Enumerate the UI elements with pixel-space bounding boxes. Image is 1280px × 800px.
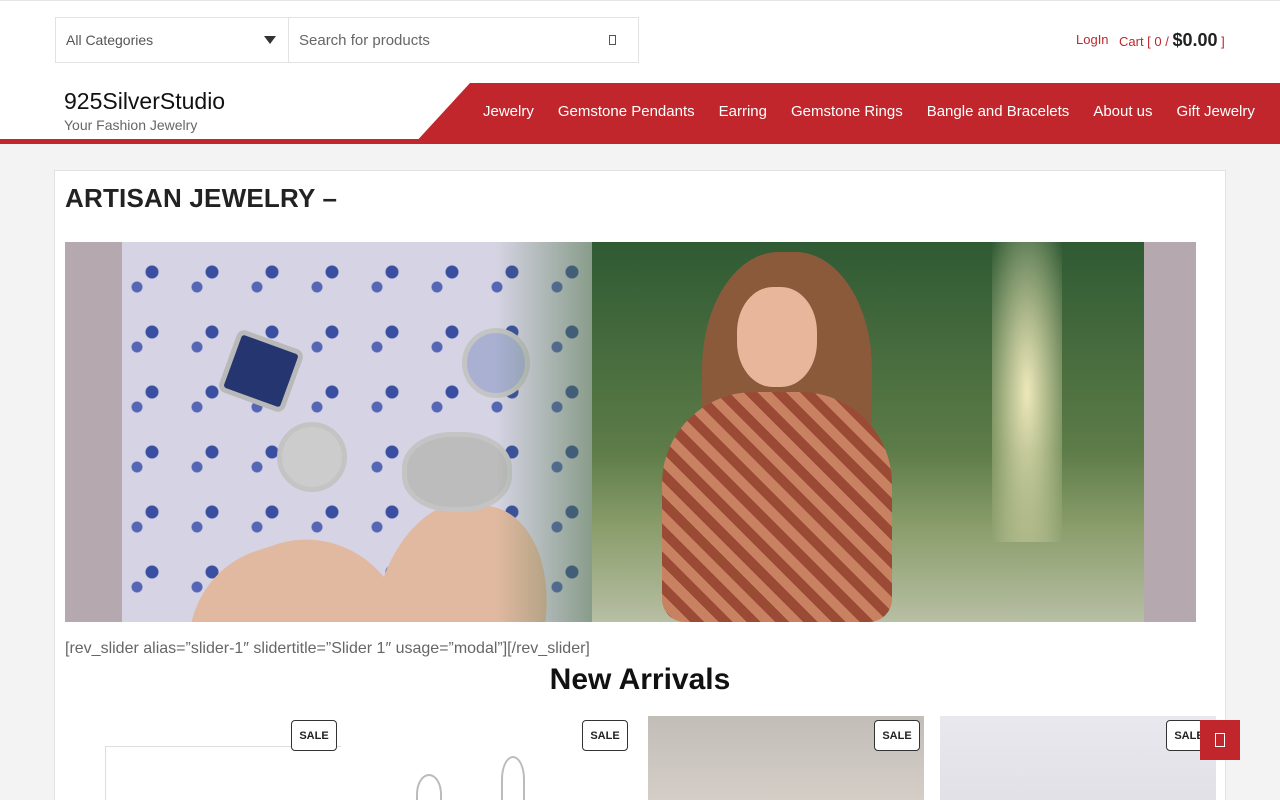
search-input[interactable] bbox=[289, 18, 586, 62]
cart-separator: / bbox=[1161, 34, 1173, 49]
banner-model-photo bbox=[592, 242, 1144, 622]
site-title[interactable]: 925SilverStudio bbox=[64, 88, 225, 115]
product-image bbox=[105, 746, 341, 800]
top-bar: All Categories LogIn Cart [ 0 / $0.00 ] bbox=[0, 0, 1280, 83]
floating-action-button[interactable] bbox=[1200, 720, 1240, 760]
search-button[interactable] bbox=[586, 18, 638, 62]
page-title: ARTISAN JEWELRY – bbox=[65, 183, 338, 213]
banner-ring-engraved bbox=[277, 422, 347, 492]
product-card[interactable]: SALE bbox=[65, 716, 341, 800]
nav-item-jewelry[interactable]: Jewelry bbox=[471, 103, 546, 120]
slider-shortcode-text: [rev_slider alias=”slider-1″ slidertitle… bbox=[65, 640, 590, 657]
banner-ring-triangle bbox=[216, 328, 306, 414]
cart-prefix: Cart [ bbox=[1119, 34, 1155, 49]
banner-model-shirt bbox=[662, 392, 892, 622]
banner-model-face bbox=[737, 287, 817, 387]
site-tagline: Your Fashion Jewelry bbox=[64, 117, 198, 133]
sale-badge: SALE bbox=[291, 720, 337, 751]
search-icon bbox=[608, 35, 616, 45]
login-link[interactable]: LogIn bbox=[1076, 32, 1109, 47]
sale-badge: SALE bbox=[874, 720, 920, 751]
cart-suffix: ] bbox=[1217, 34, 1225, 49]
new-arrivals-heading: New Arrivals bbox=[549, 663, 731, 696]
nav-item-bangle-and-bracelets[interactable]: Bangle and Bracelets bbox=[915, 103, 1082, 120]
product-search-form: All Categories bbox=[55, 17, 639, 63]
nav-item-about-us[interactable]: About us bbox=[1081, 103, 1164, 120]
nav-item-gemstone-rings[interactable]: Gemstone Rings bbox=[779, 103, 915, 120]
nav-item-earring[interactable]: Earring bbox=[707, 103, 779, 120]
nav-item-gemstone-pendants[interactable]: Gemstone Pendants bbox=[546, 103, 707, 120]
category-select[interactable]: All Categories bbox=[56, 18, 289, 62]
header-accent-line bbox=[0, 139, 420, 144]
cart-link[interactable]: Cart [ 0 / $0.00 ] bbox=[1119, 30, 1225, 51]
cart-total: $0.00 bbox=[1172, 30, 1218, 50]
category-select-value: All Categories bbox=[66, 32, 154, 48]
cart-count: 0 bbox=[1154, 34, 1162, 49]
banner-sun-glow bbox=[992, 242, 1062, 542]
product-card[interactable]: SALE bbox=[940, 716, 1216, 800]
product-card[interactable]: SALE bbox=[356, 716, 632, 800]
product-image-earring-wire bbox=[416, 774, 442, 800]
floating-action-icon bbox=[1215, 733, 1225, 747]
sale-badge: SALE bbox=[582, 720, 628, 751]
main-nav: Jewelry Gemstone Pendants Earring Gemsto… bbox=[471, 83, 1267, 139]
product-image-earring-wire bbox=[501, 756, 525, 800]
nav-item-gift-jewelry[interactable]: Gift Jewelry bbox=[1165, 103, 1267, 120]
hero-banner-image bbox=[65, 242, 1196, 622]
product-card[interactable]: SALE bbox=[648, 716, 924, 800]
chevron-down-icon bbox=[264, 36, 276, 44]
